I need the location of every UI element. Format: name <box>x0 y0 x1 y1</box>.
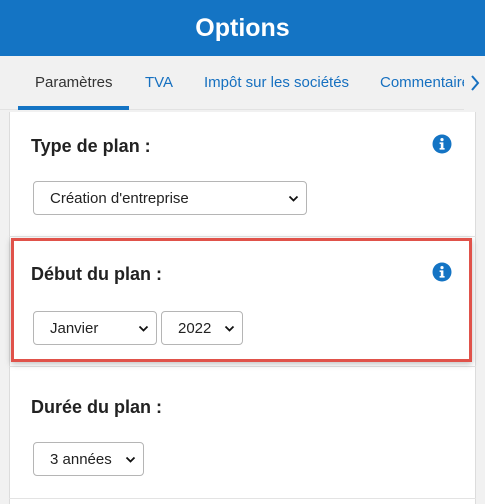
tab-parametres[interactable]: Paramètres <box>35 56 113 110</box>
section-divider <box>9 498 476 499</box>
page-header: Options <box>0 0 485 56</box>
chevron-down-icon <box>138 325 149 332</box>
active-tab-indicator <box>18 106 129 110</box>
info-icon[interactable] <box>432 262 452 282</box>
plan-start-month-select[interactable]: Janvier <box>33 311 157 345</box>
plan-start-month-value: Janvier <box>50 319 99 337</box>
plan-duration-select[interactable]: 3 années <box>33 442 144 476</box>
tab-tva[interactable]: TVA <box>145 56 173 110</box>
section-divider <box>9 366 476 367</box>
plan-start-year-value: 2022 <box>178 319 212 337</box>
chevron-down-icon <box>288 195 299 202</box>
info-icon[interactable] <box>432 134 452 154</box>
plan-duration-title: Durée du plan : <box>31 397 163 417</box>
plan-start-year-select[interactable]: 2022 <box>161 311 243 345</box>
plan-type-select[interactable]: Création d'entreprise <box>33 181 307 215</box>
chevron-down-icon <box>224 325 235 332</box>
chevron-right-icon <box>470 75 479 91</box>
page-title: Options <box>195 13 290 42</box>
plan-type-title: Type de plan : <box>31 136 151 156</box>
chevron-down-icon <box>125 456 136 463</box>
plan-start-title: Début du plan : <box>31 264 162 284</box>
tab-scroll-right-button[interactable] <box>464 56 485 110</box>
section-divider <box>9 236 476 237</box>
plan-type-value: Création d'entreprise <box>50 189 189 207</box>
plan-duration-value: 3 années <box>50 450 112 468</box>
tab-impot-societes[interactable]: Impôt sur les sociétés <box>204 56 349 110</box>
tab-commentaires[interactable]: Commentaires <box>380 56 478 110</box>
tab-bar: Paramètres TVA Impôt sur les sociétés Co… <box>0 56 485 110</box>
